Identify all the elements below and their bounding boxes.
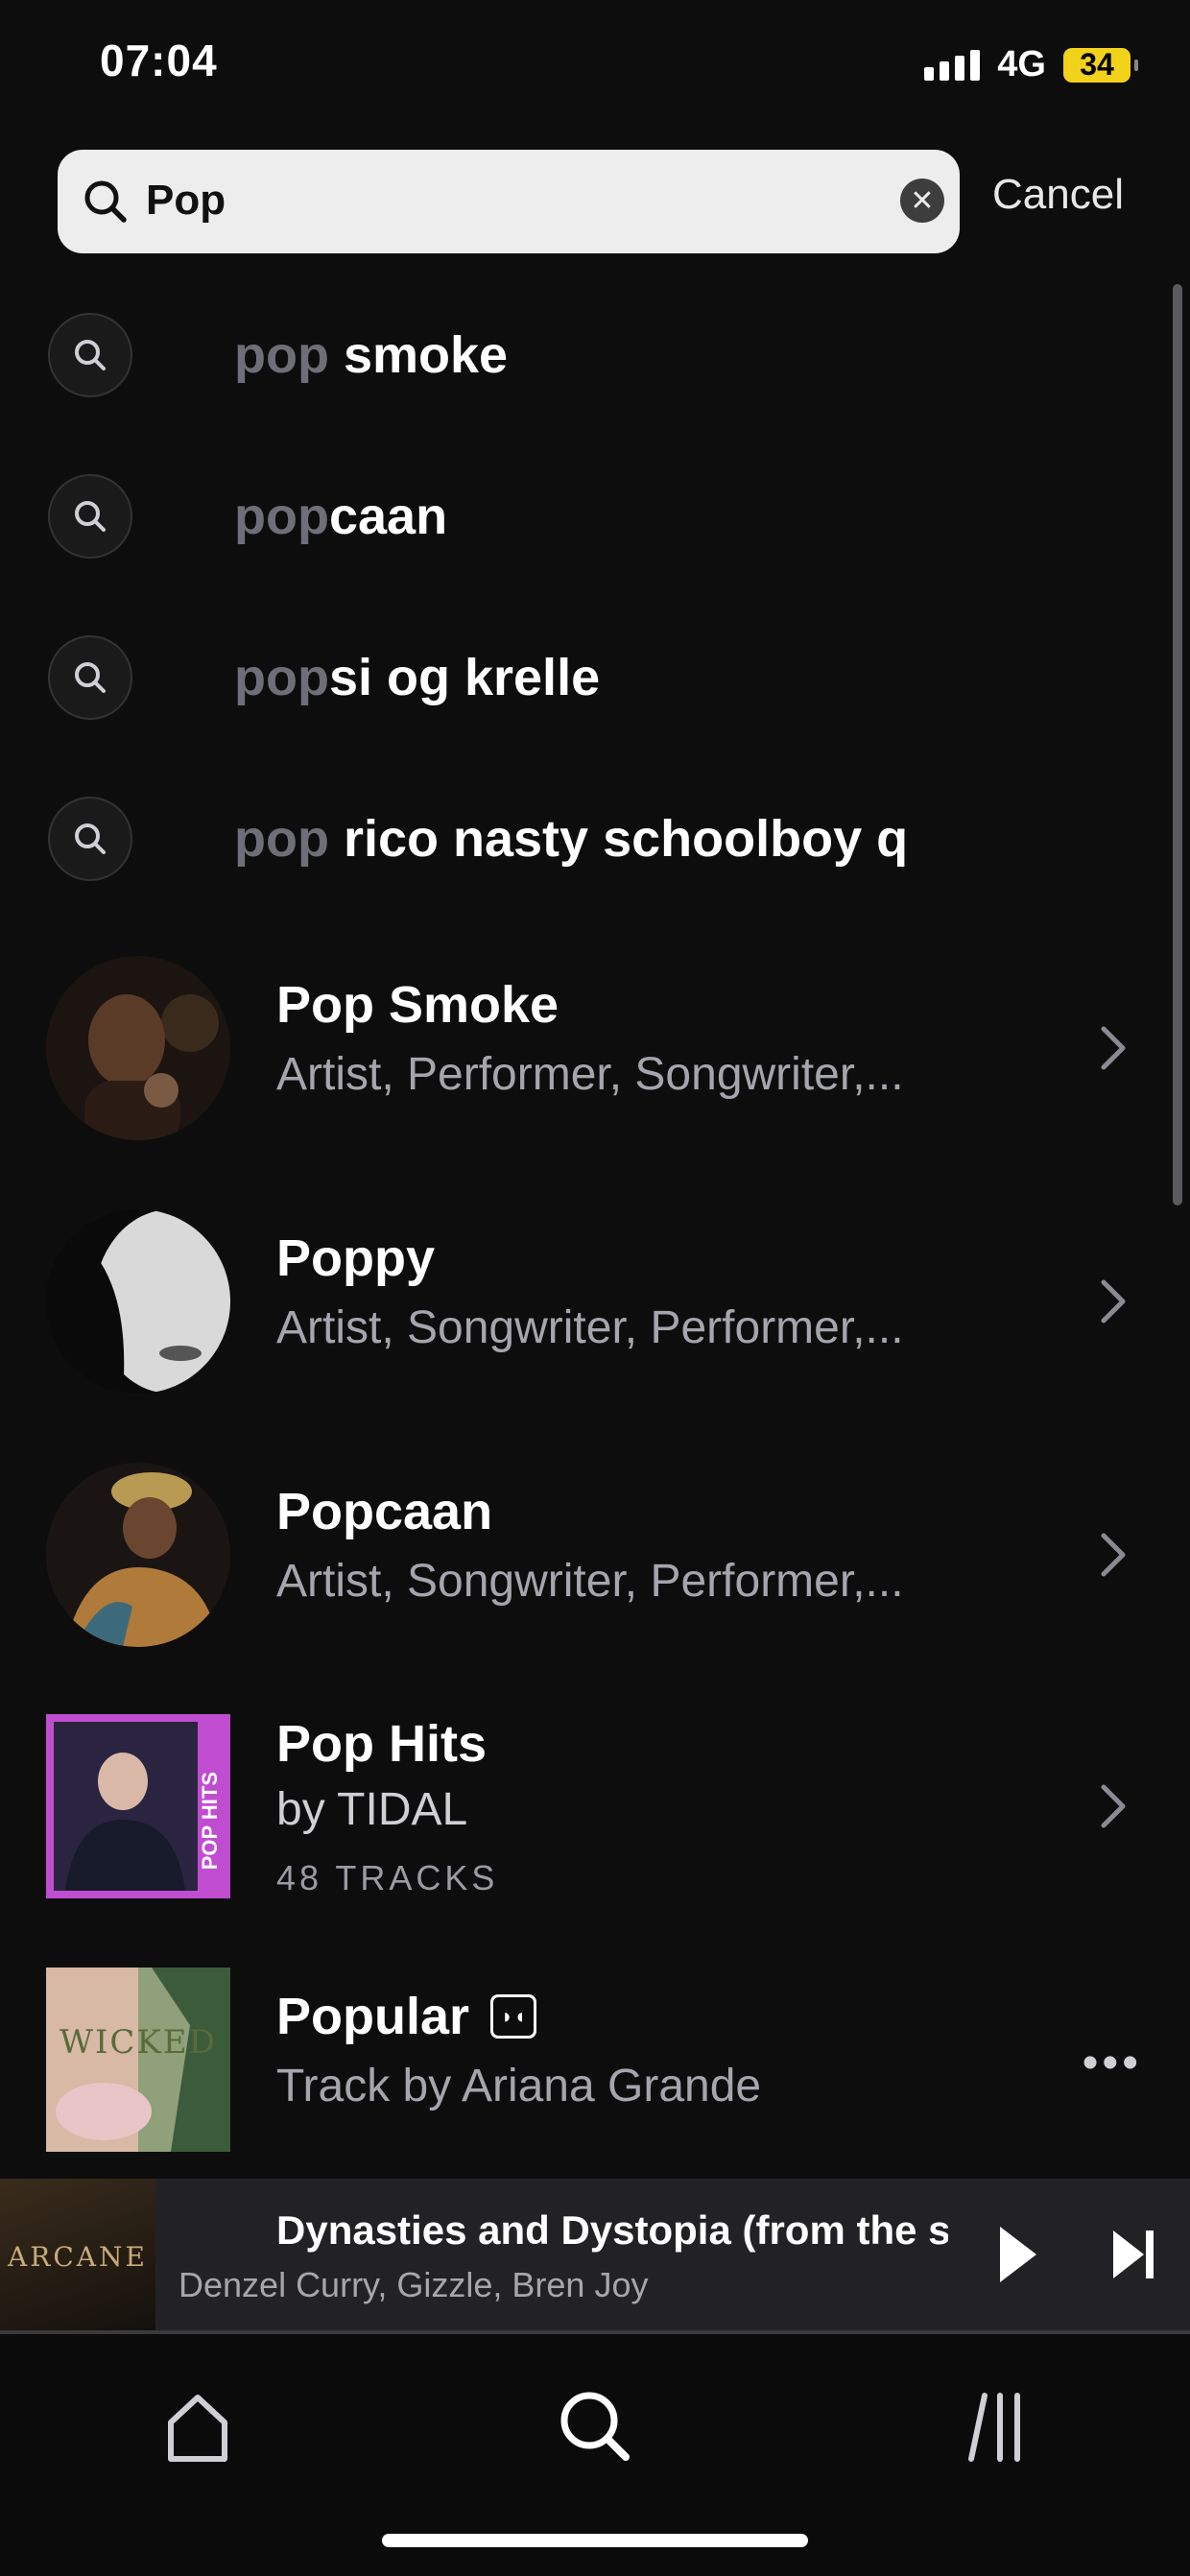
playlist-badge: POP HITS — [198, 1772, 222, 1871]
dolby-atmos-icon: ◗◖ — [490, 1994, 537, 2039]
suggestion-item[interactable]: pop rico nasty schoolboy q — [48, 795, 1123, 883]
suggestion-completion: caan — [328, 488, 448, 545]
chevron-right-icon — [1101, 1279, 1126, 1324]
suggestion-label: pop smoke — [234, 325, 508, 385]
now-playing-title: Dynasties and Dystopia (from the s — [276, 2207, 948, 2253]
status-time: 07:04 — [100, 36, 218, 85]
search-input[interactable]: Pop ✕ — [58, 150, 960, 253]
suggestion-label: popcaan — [234, 487, 447, 546]
search-query: Pop — [146, 177, 226, 224]
chevron-right-icon — [1101, 1026, 1126, 1070]
suggestion-item[interactable]: popsi og krelle — [48, 633, 1123, 722]
suggestion-match: pop — [234, 488, 329, 545]
result-row-track[interactable]: WICKED Popular ◗◖ Track by Ariana Grande… — [46, 1968, 1150, 2152]
status-indicators: 4G 34 — [924, 44, 1138, 85]
result-title: Popcaan — [276, 1483, 493, 1540]
scrollbar[interactable] — [1173, 284, 1182, 1205]
search-icon — [48, 635, 132, 720]
result-title: Pop Smoke — [276, 976, 559, 1034]
library-icon[interactable] — [944, 2378, 1040, 2474]
signal-icon — [924, 49, 981, 81]
artist-avatar — [46, 1209, 230, 1394]
cancel-button[interactable]: Cancel — [992, 171, 1124, 219]
now-playing-artwork: ARCANE — [0, 2179, 155, 2334]
now-playing-artist: Denzel Curry, Gizzle, Bren Joy — [178, 2265, 649, 2304]
track-count: 48 TRACKS — [276, 1858, 499, 1897]
suggestion-match: pop — [234, 810, 329, 868]
result-title-row: Popular ◗◖ — [276, 1987, 537, 2046]
mini-player[interactable]: ARCANE Dynasties and Dystopia (from the … — [0, 2179, 1190, 2334]
album-cover-text: WICKED — [60, 2023, 217, 2062]
result-row-artist[interactable]: Poppy Artist, Songwriter, Performer,... — [46, 1209, 1150, 1394]
artwork-text: ARCANE — [8, 2240, 148, 2273]
skip-next-icon[interactable] — [1111, 2229, 1155, 2280]
more-options-icon[interactable]: ••• — [1083, 2037, 1142, 2089]
result-title: Pop Hits — [276, 1715, 488, 1773]
clear-search-button[interactable]: ✕ — [900, 179, 944, 223]
search-icon[interactable] — [547, 2378, 643, 2474]
suggestion-label: popsi og krelle — [234, 648, 600, 707]
result-subtitle: Artist, Songwriter, Performer,... — [276, 1556, 904, 1607]
album-cover: WICKED — [46, 1968, 230, 2152]
suggestion-match: pop — [234, 649, 329, 706]
suggestion-label: pop rico nasty schoolboy q — [234, 809, 908, 869]
suggestion-match: pop — [234, 326, 329, 384]
play-icon[interactable] — [996, 2223, 1040, 2286]
home-indicator — [382, 2534, 808, 2547]
result-row-artist[interactable]: Pop Smoke Artist, Performer, Songwriter,… — [46, 956, 1150, 1140]
result-title: Poppy — [276, 1229, 436, 1287]
suggestion-completion: si og krelle — [328, 649, 601, 706]
battery-level: 34 — [1080, 47, 1114, 82]
result-subtitle: Track by Ariana Grande — [276, 2061, 762, 2111]
result-title: Popular — [276, 1988, 470, 2045]
suggestion-item[interactable]: popcaan — [48, 472, 1123, 561]
search-icon — [48, 797, 132, 881]
search-icon — [84, 180, 127, 223]
search-icon — [48, 474, 132, 559]
result-subtitle: Artist, Songwriter, Performer,... — [276, 1302, 904, 1353]
result-row-artist[interactable]: Popcaan Artist, Songwriter, Performer,..… — [46, 1463, 1150, 1647]
result-subtitle: Artist, Performer, Songwriter,... — [276, 1049, 904, 1100]
suggestion-completion: smoke — [328, 326, 509, 384]
result-row-playlist[interactable]: POP HITS Pop Hits by TIDAL 48 TRACKS — [46, 1714, 1150, 1898]
suggestion-item[interactable]: pop smoke — [48, 311, 1123, 399]
artist-avatar — [46, 956, 230, 1140]
network-type: 4G — [997, 44, 1046, 84]
result-subtitle: by TIDAL — [276, 1784, 468, 1835]
artist-avatar — [46, 1463, 230, 1647]
screen: 07:04 4G 34 Pop ✕ Cancel pop smoke popca… — [0, 0, 1190, 2576]
playlist-cover: POP HITS — [46, 1714, 230, 1898]
home-icon[interactable] — [150, 2378, 246, 2474]
battery-icon: 34 — [1063, 47, 1138, 83]
chevron-right-icon — [1101, 1784, 1126, 1828]
status-bar: 07:04 4G 34 — [0, 0, 1190, 134]
close-icon: ✕ — [910, 184, 935, 217]
chevron-right-icon — [1101, 1533, 1126, 1577]
suggestion-completion: rico nasty schoolboy q — [328, 810, 909, 868]
search-icon — [48, 313, 132, 397]
